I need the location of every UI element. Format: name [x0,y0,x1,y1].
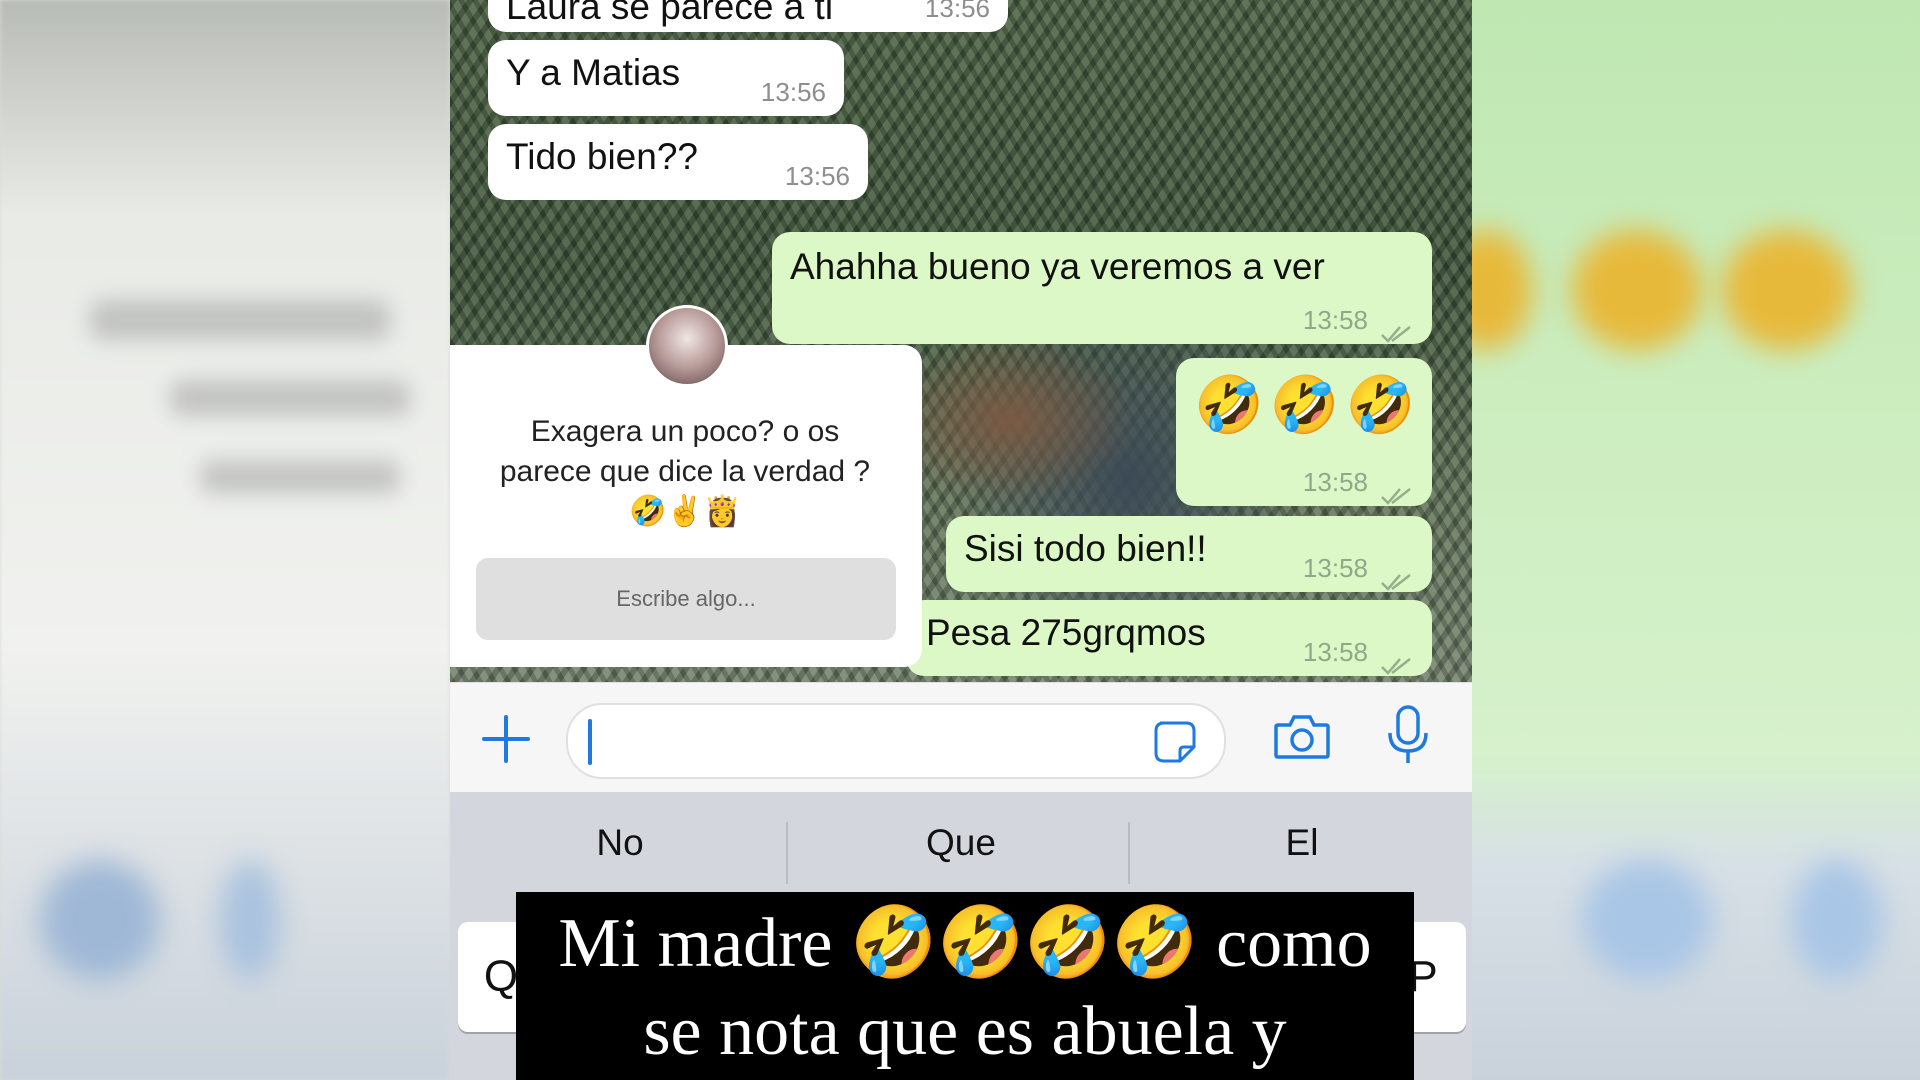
video-caption: Mi madre 🤣🤣🤣🤣 como se nota que es abuela… [516,892,1414,1080]
message-outgoing[interactable]: Pesa 275grqmos 13:58 [906,600,1432,676]
message-time: 13:58 [1302,305,1368,335]
read-receipt-icon [1380,474,1414,505]
message-incoming[interactable]: Tido bien?? 13:56 [488,124,868,200]
message-input-bar [450,682,1472,793]
message-time: 13:56 [924,0,990,23]
message-text: Y a Matias [506,52,681,93]
message-time: 13:58 [1302,553,1368,583]
plus-icon[interactable] [480,713,532,765]
message-outgoing[interactable]: 🤣🤣🤣 13:58 [1176,358,1432,506]
text-caret [588,719,592,765]
keyboard-suggestion[interactable]: No [450,822,790,864]
camera-icon[interactable] [1272,711,1332,763]
message-time: 13:56 [784,161,850,191]
message-time: 13:56 [760,77,826,107]
story-question-input[interactable]: Escribe algo... [476,558,896,640]
microphone-icon[interactable] [1386,705,1430,765]
message-text: Tido bien?? [506,136,698,177]
blurred-background-right [1472,0,1920,1080]
message-time: 13:58 [1302,467,1368,497]
suggestion-divider [786,822,788,884]
message-text: Ahahha bueno ya veremos a ver [790,246,1325,287]
story-question-text: Exagera un poco? o os parece que dice la… [499,415,871,528]
read-receipt-icon [1380,560,1414,591]
message-time: 13:58 [1302,637,1368,667]
message-text: Pesa 275grqmos [926,612,1206,653]
read-receipt-icon [1380,644,1414,675]
message-incoming[interactable]: Laura se parece a ti 13:56 [488,0,1008,32]
keyboard-suggestion[interactable]: Que [791,822,1131,864]
message-input[interactable] [566,703,1226,779]
message-outgoing[interactable]: Ahahha bueno ya veremos a ver 13:58 [772,232,1432,344]
story-question-placeholder: Escribe algo... [616,586,756,611]
read-receipt-icon [1380,312,1414,343]
blurred-background-left [0,0,450,1080]
caption-text: Mi madre 🤣🤣🤣🤣 como se nota que es abuela… [558,905,1372,1070]
message-outgoing[interactable]: Sisi todo bien!! 13:58 [946,516,1432,592]
message-text: 🤣🤣🤣 [1194,373,1422,436]
keyboard-suggestion[interactable]: El [1132,822,1472,864]
message-text: Laura se parece a ti [506,0,834,27]
message-text: Sisi todo bien!! [964,528,1207,569]
avatar [646,305,728,387]
message-incoming[interactable]: Y a Matias 13:56 [488,40,844,116]
sticker-icon[interactable] [1152,719,1198,765]
suggestion-divider [1128,822,1130,884]
